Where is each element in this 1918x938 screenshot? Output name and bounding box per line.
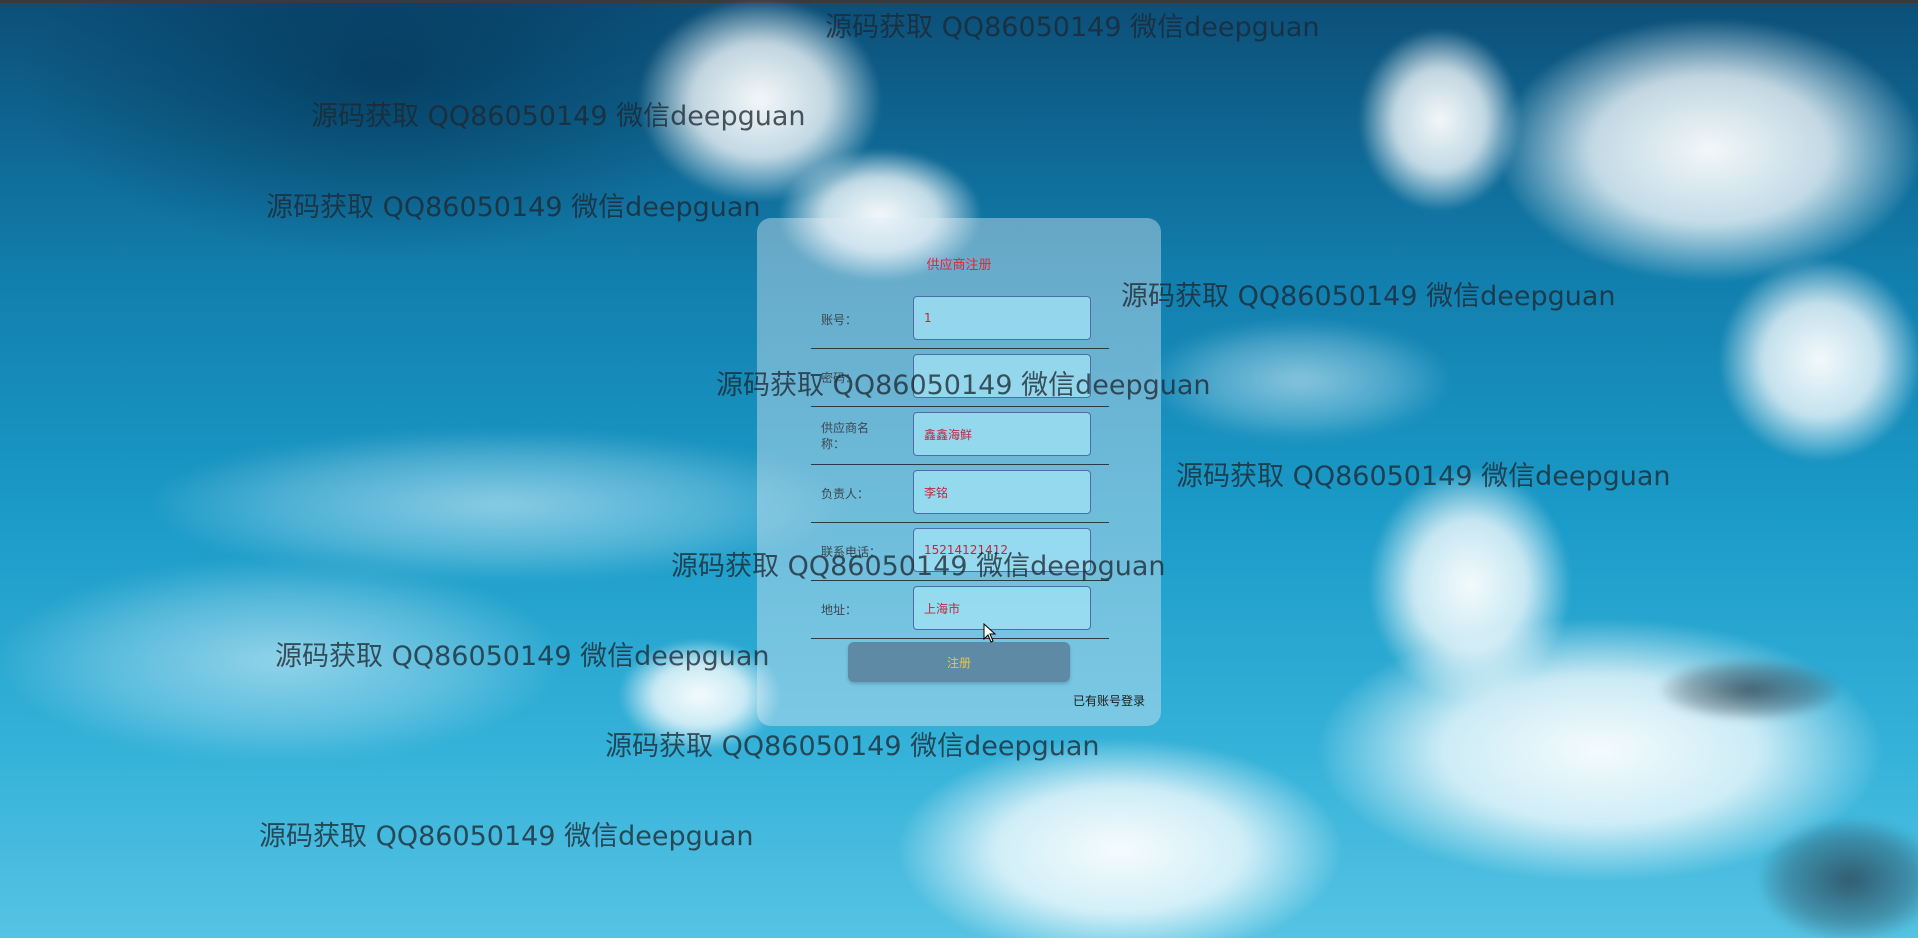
register-button[interactable]: 注册 [848,642,1070,682]
supplier-name-input[interactable] [913,412,1091,456]
top-border [0,0,1918,3]
address-label: 地址： [821,603,858,617]
supplier-name-label: 供应商名称： [821,421,870,451]
form-row-account: 账号： [811,292,1109,349]
cloud [1500,20,1918,280]
cloud-wisp [1150,320,1450,440]
manager-input[interactable] [913,470,1091,514]
dark-cloud [1660,660,1840,720]
form-row-supplier-name: 供应商名称： [811,408,1109,465]
register-panel: 供应商注册 账号： 密码： 供应商名称： 负责人： 联系电话： 地址： 注册 已… [757,218,1161,726]
phone-input[interactable] [913,528,1091,572]
account-label: 账号： [821,313,858,327]
cloud [620,640,780,750]
password-input[interactable] [913,354,1091,398]
login-link[interactable]: 已有账号登录 [1073,692,1145,709]
password-label: 密码： [821,371,858,385]
form-title: 供应商注册 [926,258,992,273]
form-row-phone: 联系电话： [811,524,1109,581]
mouse-cursor-icon [983,623,997,643]
address-input[interactable] [913,586,1091,630]
form-row-manager: 负责人： [811,466,1109,523]
phone-label: 联系电话： [821,545,882,559]
form-row-address: 地址： [811,582,1109,639]
form-row-password: 密码： [811,350,1109,407]
cloud-wisp [0,560,560,760]
cloud-wisp [150,430,850,580]
cloud [1360,30,1520,210]
manager-label: 负责人： [821,487,870,501]
cloud [1720,260,1918,460]
account-input[interactable] [913,296,1091,340]
